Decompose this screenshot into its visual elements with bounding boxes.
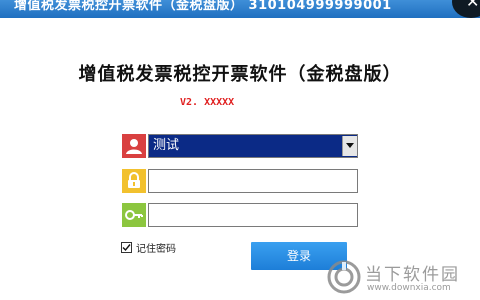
check-icon (122, 244, 131, 252)
remember-checkbox[interactable] (121, 242, 132, 253)
user-select[interactable]: 测试 (148, 134, 358, 158)
watermark: 当下软件园 www.downxia.com (327, 258, 477, 298)
cert-password-row (122, 203, 358, 227)
chevron-down-icon[interactable] (342, 136, 357, 156)
remember-password[interactable]: 记住密码 (121, 240, 176, 255)
watermark-logo-icon (327, 260, 361, 294)
window-title: 增值税发票税控开票软件（金税盘版） 310104999999001 (14, 0, 392, 13)
watermark-url: www.downxia.com (367, 283, 451, 293)
user-row: 测试 (122, 134, 358, 158)
app-title: 增值税发票税控开票软件（金税盘版） (78, 64, 402, 85)
cert-password-field[interactable] (148, 203, 358, 227)
user-icon (122, 134, 146, 158)
remember-label: 记住密码 (136, 244, 176, 255)
user-select-value: 测试 (153, 138, 180, 153)
title-bar: 增值税发票税控开票软件（金税盘版） 310104999999001 (0, 0, 480, 18)
close-icon[interactable]: ✕ (466, 0, 479, 10)
version-label: V2. XXXXX (180, 97, 235, 108)
lock-icon (122, 169, 146, 193)
password-row (122, 169, 358, 193)
password-field[interactable] (148, 169, 358, 193)
key-icon (122, 203, 146, 227)
watermark-name: 当下软件园 (365, 265, 460, 285)
